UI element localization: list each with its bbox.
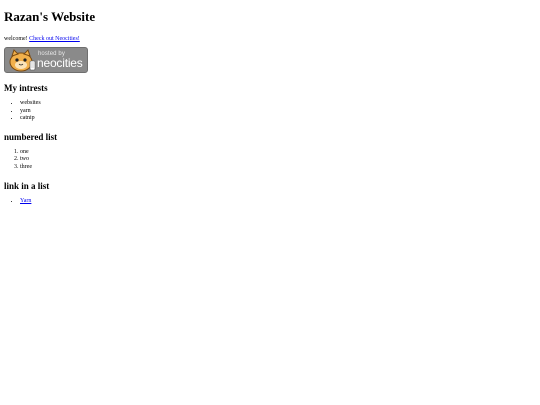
yarn-link[interactable]: Yarn [20, 198, 31, 204]
link-list: Yarn [4, 198, 536, 206]
list-item: two [20, 156, 536, 164]
page-title: Razan's Website [4, 9, 96, 24]
badge-line-neocities: neocities [37, 56, 83, 70]
welcome-paragraph: welcome! Check out Neocities! [4, 35, 536, 43]
list-item: Yarn [20, 198, 536, 206]
hosted-by-neocities-badge[interactable]: hosted by neocities [4, 47, 88, 73]
list-item: one [20, 149, 536, 157]
neocities-cat-icon [9, 49, 36, 72]
list-item: websites [20, 100, 536, 108]
numbered-list-heading: numbered list [4, 131, 58, 142]
link-list-heading: link in a list [4, 181, 50, 191]
list-item: three [20, 164, 536, 172]
welcome-text: welcome! [4, 36, 28, 42]
interests-heading: My intrests [4, 83, 48, 93]
numbered-list: one two three [4, 149, 536, 172]
page: Razan's Website welcome! Check out Neoci… [0, 0, 540, 405]
list-item: yarn [20, 108, 536, 116]
neocities-link[interactable]: Check out Neocities! [29, 36, 80, 42]
list-item: catnip [20, 115, 536, 123]
interests-list: websites yarn catnip [4, 100, 536, 123]
